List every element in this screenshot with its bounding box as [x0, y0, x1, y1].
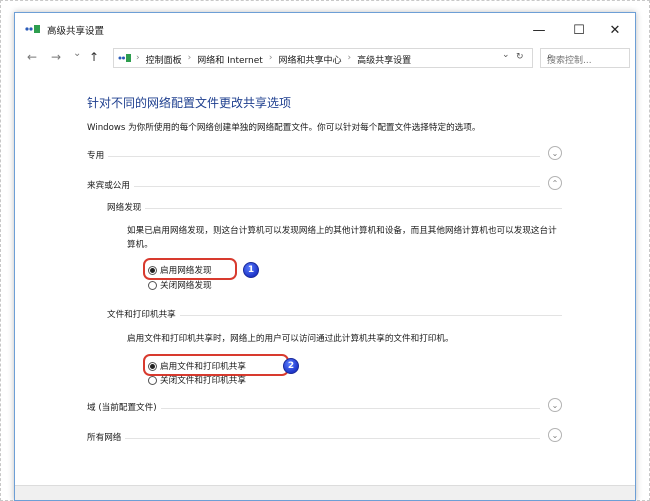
file-printer-sharing-title: 文件和打印机共享: [107, 308, 180, 320]
expand-chevron-icon[interactable]: ⌄: [548, 398, 562, 412]
page-title: 针对不同的网络配置文件更改共享选项: [87, 96, 292, 110]
breadcrumb: › 控制面板 › 网络和 Internet › 网络和共享中心 › 高级共享设置: [136, 53, 411, 66]
step-badge-1: 1: [243, 262, 259, 278]
network-discovery-header: 网络发现: [107, 201, 562, 215]
network-discovery-title: 网络发现: [107, 201, 146, 213]
radio-selected-icon[interactable]: [148, 265, 157, 275]
breadcrumb-separator-icon: ›: [136, 53, 140, 63]
search-input[interactable]: 搜索控制... ⌕: [540, 48, 630, 68]
expand-chevron-icon[interactable]: ⌄: [548, 428, 562, 442]
breadcrumb-separator-icon: ›: [347, 53, 352, 63]
close-button[interactable]: ✕: [595, 19, 635, 41]
breadcrumb-separator-icon: ›: [187, 53, 192, 63]
refresh-icon[interactable]: ↻: [516, 52, 524, 62]
breadcrumb-network-sharing-center[interactable]: 网络和共享中心: [278, 53, 341, 66]
section-domain[interactable]: 域 (当前配置文件) ⌄: [87, 398, 562, 415]
address-bar[interactable]: › 控制面板 › 网络和 Internet › 网络和共享中心 › 高级共享设置…: [113, 48, 533, 68]
section-all-networks[interactable]: 所有网络 ⌄: [87, 428, 562, 445]
radio-file-sharing-off[interactable]: 关闭文件和打印机共享: [148, 374, 246, 386]
address-row: ← → ⌄ ↑ › 控制面板 › 网络和 Internet › 网络和共享中心 …: [15, 45, 635, 71]
divider: [87, 186, 540, 187]
radio-unselected-icon[interactable]: [148, 280, 157, 290]
title-bar: 高级共享设置 — ☐ ✕: [15, 13, 635, 45]
radio-file-sharing-on-label: 启用文件和打印机共享: [160, 362, 246, 372]
collapse-chevron-icon[interactable]: ⌃: [548, 176, 562, 190]
radio-file-sharing-on[interactable]: 启用文件和打印机共享: [148, 360, 246, 372]
window-title: 高级共享设置: [47, 26, 105, 37]
section-guest-public[interactable]: 来宾或公用 ⌃: [87, 176, 562, 193]
breadcrumb-control-panel[interactable]: 控制面板: [146, 53, 182, 66]
breadcrumb-network-internet[interactable]: 网络和 Internet: [197, 53, 263, 66]
radio-selected-icon[interactable]: [148, 361, 157, 371]
file-printer-sharing-description: 启用文件和打印机共享时，网络上的用户可以访问通过此计算机共享的文件和打印机。: [127, 334, 454, 344]
breadcrumb-advanced-sharing[interactable]: 高级共享设置: [357, 53, 411, 66]
minimize-button[interactable]: —: [519, 19, 559, 41]
window: 高级共享设置 — ☐ ✕ ← → ⌄ ↑ › 控制面板 › 网络和 Intern…: [14, 12, 636, 501]
breadcrumb-separator-icon: ›: [268, 53, 273, 63]
step-badge-2: 2: [283, 358, 299, 374]
section-guest-public-label: 来宾或公用: [87, 179, 134, 191]
search-icon[interactable]: ⌕: [547, 51, 624, 62]
section-private[interactable]: 专用 ⌄: [87, 146, 562, 163]
radio-file-sharing-off-label: 关闭文件和打印机共享: [160, 376, 246, 386]
expand-chevron-icon[interactable]: ⌄: [548, 146, 562, 160]
maximize-button[interactable]: ☐: [559, 19, 599, 41]
radio-network-discovery-on-label: 启用网络发现: [160, 266, 212, 276]
radio-unselected-icon[interactable]: [148, 375, 157, 385]
section-domain-label: 域 (当前配置文件): [87, 401, 161, 413]
radio-network-discovery-off-label: 关闭网络发现: [160, 281, 212, 291]
radio-network-discovery-on[interactable]: 启用网络发现: [148, 264, 212, 276]
network-discovery-description: 如果已启用网络发现，则这台计算机可以发现网络上的其他计算机和设备，而且其他网络计…: [127, 226, 557, 250]
divider: [87, 438, 540, 439]
back-arrow-icon[interactable]: ←: [27, 50, 37, 64]
page-description: Windows 为你所使用的每个网络创建单独的网络配置文件。你可以针对每个配置文…: [87, 123, 481, 133]
up-arrow-icon[interactable]: ↑: [89, 50, 99, 64]
network-location-icon: [118, 54, 131, 62]
file-printer-sharing-header: 文件和打印机共享: [107, 308, 562, 322]
divider: [107, 208, 562, 209]
forward-arrow-icon[interactable]: →: [51, 50, 61, 64]
button-bar: [15, 485, 635, 500]
recent-locations-icon[interactable]: ⌄: [73, 48, 81, 59]
section-private-label: 专用: [87, 149, 109, 161]
radio-network-discovery-off[interactable]: 关闭网络发现: [148, 279, 212, 291]
divider: [87, 156, 540, 157]
network-app-icon: [25, 25, 40, 33]
address-dropdown-icon[interactable]: ⌄: [502, 50, 510, 60]
section-all-networks-label: 所有网络: [87, 431, 126, 443]
